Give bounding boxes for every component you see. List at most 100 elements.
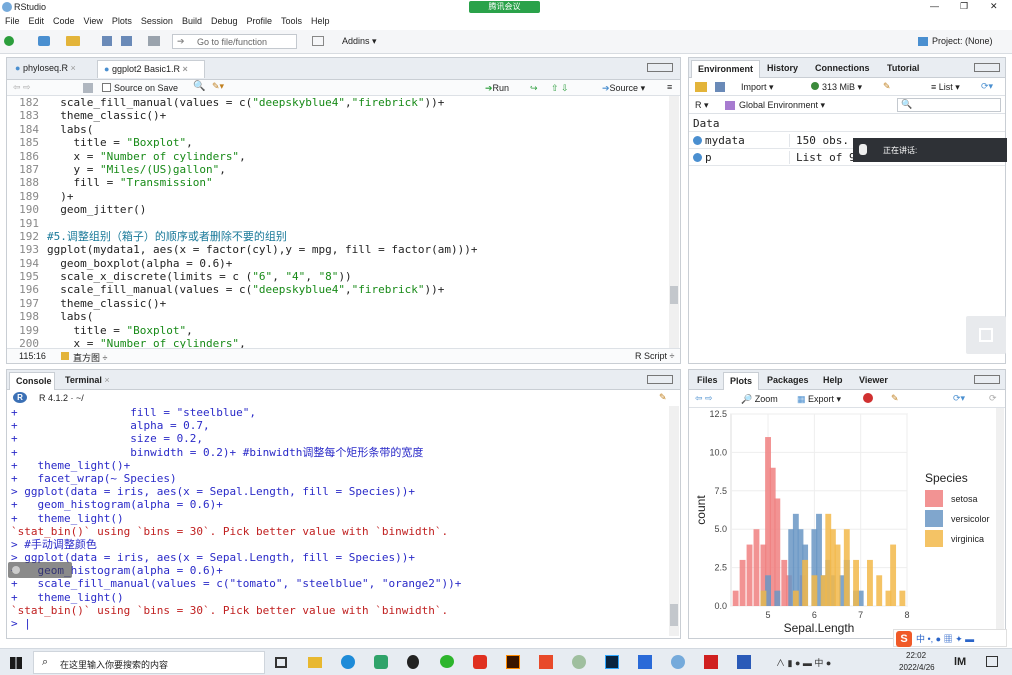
new-project-icon[interactable] [38, 36, 50, 46]
close-icon[interactable]: × [183, 64, 188, 74]
open-file-icon[interactable] [66, 36, 80, 46]
new-file-icon[interactable] [4, 36, 14, 46]
tray-icons[interactable]: ∧ ▮ ● ▬ 中 ● [776, 656, 831, 669]
task-view-icon[interactable] [275, 657, 287, 668]
section-selector[interactable]: 直方图 ÷ [73, 351, 107, 364]
menu-item-file[interactable]: File [5, 14, 20, 29]
code-line[interactable]: 193 ggplot(mydata1, aes(x = factor(cyl),y… [7, 243, 669, 256]
editor-scrollbar[interactable] [669, 96, 679, 348]
refresh-icon[interactable]: ⟳ [989, 393, 997, 404]
code-line[interactable]: 200 x = "Number of cylinders", [7, 337, 669, 348]
widget-icon[interactable]: lМ [954, 656, 966, 668]
rerun-icon[interactable]: ↪ [530, 83, 538, 94]
tab-ggplot2-basic1[interactable]: ● ggplot2 Basic1.R × [97, 60, 205, 78]
illustrator-icon[interactable] [506, 655, 520, 669]
clock-date[interactable]: 2022/4/26 [899, 663, 935, 672]
menu-item-view[interactable]: View [84, 14, 103, 29]
code-line[interactable]: 184 labs( [7, 123, 669, 136]
prev-plot-icon[interactable]: ⇦ ⇨ [695, 393, 713, 404]
print-icon[interactable] [148, 36, 160, 46]
meeting-badge[interactable]: 腾讯会议 [469, 1, 540, 13]
ime-toolbar[interactable]: S 中 •, ● ▦ ✦ ▬ [893, 629, 1007, 647]
code-line[interactable]: 190 geom_jitter() [7, 203, 669, 216]
clock-time[interactable]: 22:02 [906, 651, 926, 660]
menu-item-profile[interactable]: Profile [247, 14, 273, 29]
save-icon[interactable] [102, 36, 112, 46]
import-dataset-button[interactable]: Import ▾ [741, 82, 774, 93]
plot-scrollbar[interactable] [996, 408, 1004, 638]
menu-item-help[interactable]: Help [311, 14, 330, 29]
photos-icon[interactable] [638, 655, 652, 669]
env-search-input[interactable]: 🔍 [897, 98, 1001, 112]
app-icon-3[interactable] [572, 655, 586, 669]
console-scrollbar[interactable] [669, 406, 679, 636]
windows-start-icon[interactable] [10, 657, 22, 669]
code-line[interactable]: 189 )+ [7, 190, 669, 203]
broom-icon[interactable]: ✎ [891, 393, 899, 404]
code-line[interactable]: 182 scale_fill_manual(values = c("deepsk… [7, 96, 669, 109]
menu-item-debug[interactable]: Debug [211, 14, 238, 29]
code-line[interactable]: 196 scale_fill_manual(values = c("deepsk… [7, 283, 669, 296]
word-icon[interactable] [737, 655, 751, 669]
menu-item-build[interactable]: Build [182, 14, 202, 29]
clear-console-icon[interactable]: ✎ [659, 392, 667, 403]
run-button[interactable]: ➔Run [485, 83, 509, 94]
source-on-save-checkbox[interactable] [102, 83, 111, 92]
menu-item-session[interactable]: Session [141, 14, 173, 29]
photoshop-icon[interactable] [605, 655, 619, 669]
code-line[interactable]: 197 theme_classic()+ [7, 297, 669, 310]
edge-icon[interactable] [341, 655, 355, 669]
xmind-icon[interactable] [539, 655, 553, 669]
tab-plots[interactable]: Plots [723, 372, 760, 390]
tab-phyloseq[interactable]: ● phyloseq.R × [9, 60, 95, 78]
expand-icon[interactable] [693, 153, 702, 162]
save-all-icon[interactable] [121, 36, 132, 46]
qq-icon[interactable] [407, 655, 419, 669]
menu-item-code[interactable]: Code [53, 14, 75, 29]
console-output[interactable]: + fill = "steelblue", + alpha = 0.7, + siz… [7, 406, 669, 636]
language-selector[interactable]: R ▾ [695, 100, 709, 111]
publish-icon[interactable]: ⟳▾ [953, 393, 965, 404]
wechat-icon[interactable] [440, 655, 454, 668]
source-button[interactable]: ➔Source ▾ [602, 83, 645, 94]
grid-icon[interactable] [312, 36, 324, 46]
acrobat-icon[interactable] [704, 655, 718, 669]
code-line[interactable]: 191 [7, 217, 669, 230]
code-line[interactable]: 199 title = "Boxplot", [7, 324, 669, 337]
maximize-pane-icon[interactable] [647, 375, 673, 384]
explorer-icon[interactable] [308, 657, 322, 668]
outline-icon[interactable]: ≡ [667, 82, 672, 92]
tab-history[interactable]: History [761, 60, 804, 78]
maximize-pane-icon[interactable] [974, 375, 1000, 384]
export-button[interactable]: ▦ Export ▾ [797, 394, 841, 405]
maximize-pane-icon[interactable] [647, 63, 673, 72]
tab-packages[interactable]: Packages [761, 372, 815, 390]
memory-usage[interactable]: 313 MiB ▾ [811, 82, 862, 93]
close-icon[interactable]: × [70, 63, 75, 73]
code-line[interactable]: 183 theme_classic()+ [7, 109, 669, 122]
code-line[interactable]: 192 #5.调整组别（箱子）的顺序或者删除不要的组别 [7, 230, 669, 243]
code-line[interactable]: 198 labs( [7, 310, 669, 323]
rstudio-icon[interactable] [671, 655, 685, 669]
floating-widget[interactable] [966, 316, 1006, 354]
zoom-button[interactable]: 🔎 Zoom [741, 394, 778, 405]
code-line[interactable]: 194 geom_boxplot(alpha = 0.6)+ [7, 257, 669, 270]
tab-viewer[interactable]: Viewer [853, 372, 894, 390]
tab-tutorial[interactable]: Tutorial [881, 60, 925, 78]
tab-environment[interactable]: Environment [691, 60, 761, 78]
app-icon-1[interactable] [374, 655, 388, 669]
up-icon[interactable]: ⇧ ⇩ [551, 83, 569, 94]
code-line[interactable]: 195 scale_x_discrete(limits = c ("6", "4… [7, 270, 669, 283]
tab-help[interactable]: Help [817, 372, 849, 390]
minimize-button[interactable]: — [930, 1, 939, 11]
code-line[interactable]: 186 x = "Number of cylinders", [7, 150, 669, 163]
project-menu[interactable]: Project: (None) [918, 36, 993, 47]
goto-file-input[interactable]: ➔ Go to file/function [172, 34, 297, 49]
app-icon-2[interactable] [473, 655, 487, 669]
magic-wand-icon[interactable]: ✎▾ [212, 81, 224, 92]
load-workspace-icon[interactable] [695, 82, 707, 92]
environment-selector[interactable]: Global Environment ▾ [725, 100, 825, 111]
code-line[interactable]: 187 y = "Miles/(US)gallon", [7, 163, 669, 176]
file-type-selector[interactable]: R Script ÷ [635, 351, 674, 361]
code-line[interactable]: 185 title = "Boxplot", [7, 136, 669, 149]
